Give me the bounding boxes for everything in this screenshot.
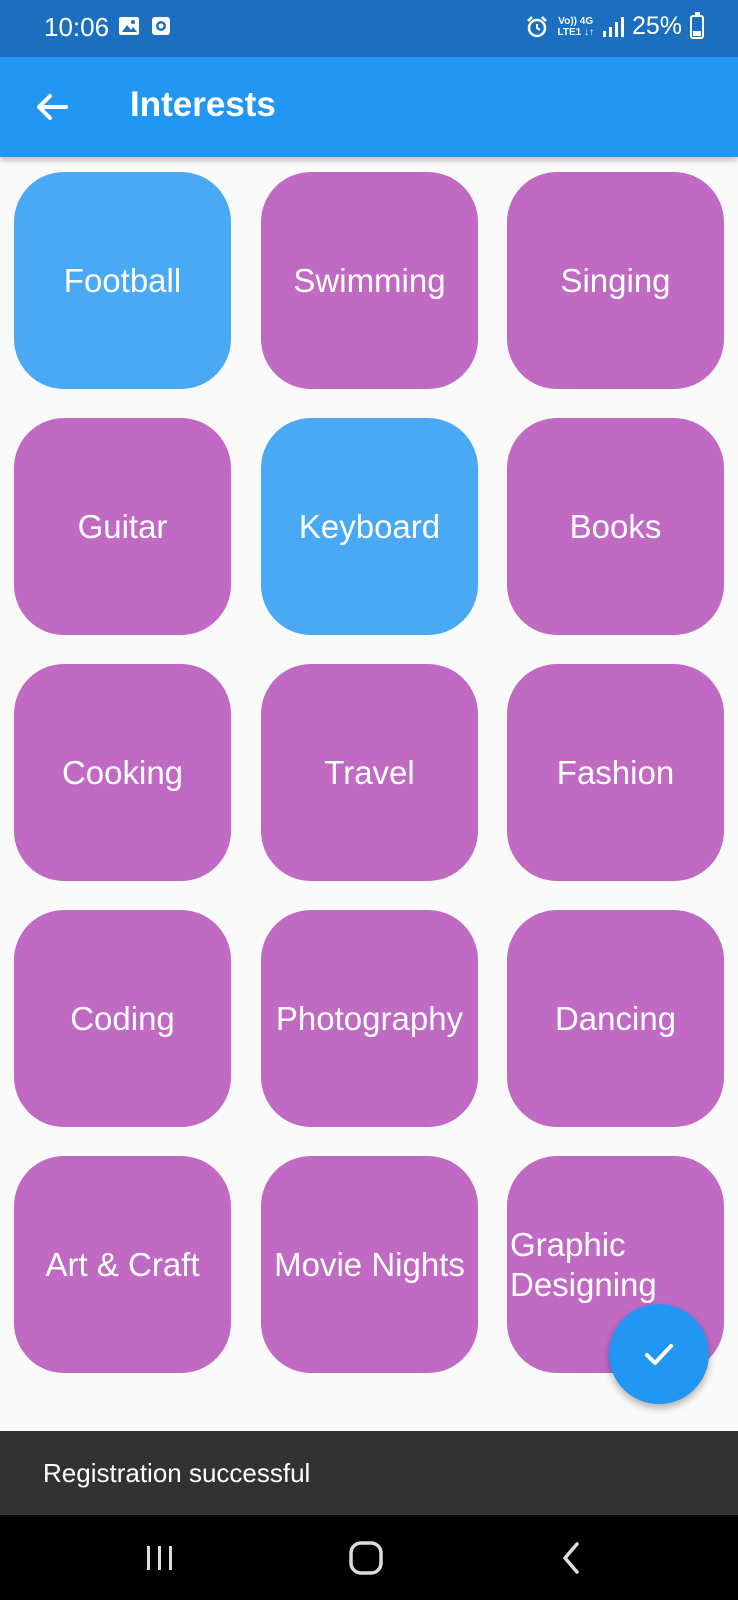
interest-tile-football[interactable]: Football bbox=[14, 172, 231, 389]
interest-tile-coding[interactable]: Coding bbox=[14, 910, 231, 1127]
interest-tile-photography[interactable]: Photography bbox=[261, 910, 478, 1127]
tile-label: Photography bbox=[275, 999, 464, 1037]
interest-tile-dancing[interactable]: Dancing bbox=[507, 910, 724, 1127]
battery-icon bbox=[690, 11, 704, 39]
arrow-left-icon[interactable] bbox=[30, 85, 74, 129]
network-indicator: Vo)) 4G LTE1 ↓↑ bbox=[557, 16, 593, 38]
tile-label: Fashion bbox=[556, 753, 675, 791]
gallery-icon bbox=[119, 17, 139, 35]
back-icon bbox=[563, 1542, 579, 1574]
interest-tile-books[interactable]: Books bbox=[507, 418, 724, 635]
status-right: Vo)) 4G LTE1 ↓↑ 25% bbox=[525, 11, 704, 41]
home-button[interactable] bbox=[336, 1535, 396, 1581]
tile-label: Travel bbox=[324, 753, 415, 791]
interest-tile-keyboard[interactable]: Keyboard bbox=[261, 418, 478, 635]
network-top: Vo)) 4G bbox=[558, 15, 594, 27]
interest-tile-cooking[interactable]: Cooking bbox=[14, 664, 231, 881]
tile-label: Keyboard bbox=[298, 507, 441, 545]
alarm-icon bbox=[527, 15, 548, 37]
snackbar-message: Registration successful bbox=[43, 1458, 311, 1488]
network-bottom: LTE1 ↓↑ bbox=[557, 26, 594, 38]
nav-back-button[interactable] bbox=[542, 1535, 602, 1581]
tile-label: Swimming bbox=[293, 261, 446, 299]
tile-label: Football bbox=[63, 261, 182, 299]
tile-label: Movie Nights bbox=[274, 1245, 465, 1283]
confirm-fab-button[interactable] bbox=[609, 1304, 709, 1404]
clock-app-icon bbox=[152, 17, 170, 35]
home-icon bbox=[349, 1541, 383, 1575]
signal-icon bbox=[602, 16, 624, 37]
tile-label: Cooking bbox=[61, 753, 184, 791]
status-time: 10:06 bbox=[44, 12, 110, 42]
status-bar: 10:06 Vo)) 4G LTE1 ↓↑ 25% bbox=[0, 0, 738, 57]
recent-apps-icon bbox=[147, 1546, 172, 1570]
notification-icons bbox=[118, 15, 172, 37]
battery-percent: 25% bbox=[631, 12, 682, 40]
interest-tile-singing[interactable]: Singing bbox=[507, 172, 724, 389]
tile-label: Guitar bbox=[77, 507, 168, 545]
tile-label: Books bbox=[569, 507, 662, 545]
snackbar: Registration successful bbox=[0, 1431, 738, 1515]
check-icon bbox=[645, 1344, 673, 1365]
tile-label: Coding bbox=[70, 999, 175, 1037]
interest-tile-art-craft[interactable]: Art & Craft bbox=[14, 1156, 231, 1373]
interest-tile-guitar[interactable]: Guitar bbox=[14, 418, 231, 635]
app-bar: Interests bbox=[0, 57, 738, 157]
system-nav-bar bbox=[0, 1515, 738, 1600]
tile-label: Art & Craft bbox=[45, 1245, 200, 1283]
interest-tile-fashion[interactable]: Fashion bbox=[507, 664, 724, 881]
page-title: Interests bbox=[130, 85, 276, 124]
tile-label: Graphic Designing bbox=[510, 1225, 657, 1303]
interest-tile-travel[interactable]: Travel bbox=[261, 664, 478, 881]
tile-label: Singing bbox=[560, 261, 671, 299]
recent-apps-button[interactable] bbox=[130, 1535, 190, 1581]
interest-tile-movie-nights[interactable]: Movie Nights bbox=[261, 1156, 478, 1373]
tile-label: Dancing bbox=[554, 999, 677, 1037]
interest-tile-swimming[interactable]: Swimming bbox=[261, 172, 478, 389]
